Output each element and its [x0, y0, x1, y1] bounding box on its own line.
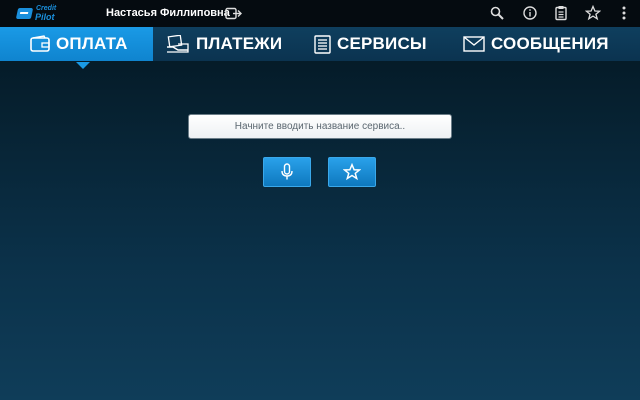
service-search-box [188, 114, 452, 139]
clipboard-icon[interactable] [553, 5, 569, 21]
logo-mark-icon [15, 8, 34, 19]
star-icon [343, 163, 361, 181]
tab-payment[interactable]: ОПЛАТА [0, 27, 153, 61]
top-bar: Credit Pilot Настасья Филлиповна [0, 0, 640, 27]
tab-label: СООБЩЕНИЯ [491, 34, 609, 53]
tab-messages[interactable]: СООБЩЕНИЯ [463, 27, 609, 61]
envelope-icon [463, 36, 485, 52]
active-tab-indicator [76, 62, 90, 69]
logo-text-line2: Pilot [35, 12, 55, 22]
main-tab-bar: ОПЛАТА ПЛАТЕЖИ СЕРВИСЫ СООБЩЕНИЯ [0, 27, 640, 61]
user-name: Настасья Филлиповна [106, 7, 230, 19]
favorites-button[interactable] [328, 157, 376, 187]
info-icon[interactable] [522, 5, 538, 21]
wallet-icon [30, 35, 50, 52]
payments-icon [167, 35, 189, 53]
logout-icon[interactable] [225, 7, 242, 20]
tab-label: СЕРВИСЫ [337, 34, 427, 53]
more-vertical-icon[interactable] [616, 5, 632, 21]
service-search-input[interactable] [189, 120, 451, 133]
tab-label: ПЛАТЕЖИ [196, 34, 283, 53]
voice-search-button[interactable] [263, 157, 311, 187]
search-icon[interactable] [489, 5, 505, 21]
credit-pilot-logo: Credit Pilot [15, 5, 61, 23]
tab-label: ОПЛАТА [56, 34, 128, 53]
list-icon [314, 34, 331, 54]
star-icon[interactable] [585, 5, 601, 21]
tab-services[interactable]: СЕРВИСЫ [314, 27, 427, 61]
tab-payments[interactable]: ПЛАТЕЖИ [166, 27, 282, 61]
microphone-icon [281, 163, 293, 180]
logo-text-line1: Credit [36, 5, 57, 12]
